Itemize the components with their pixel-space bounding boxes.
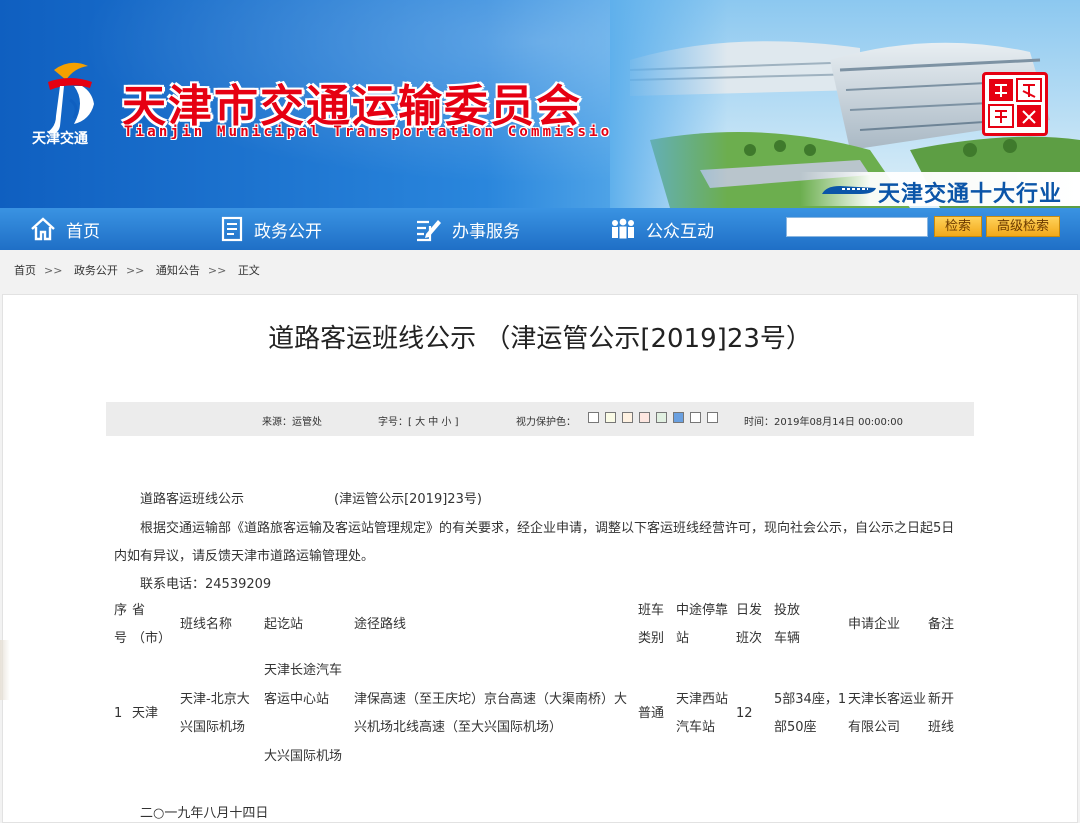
header-vehicle-2: 车辆 bbox=[774, 631, 801, 646]
breadcrumb-government-affairs[interactable]: 政务公开 bbox=[74, 264, 118, 277]
nav-services[interactable]: 办事服务 bbox=[414, 208, 520, 250]
header-type-2: 类别 bbox=[638, 631, 665, 646]
cell-company-2: 有限公司 bbox=[848, 719, 901, 735]
advanced-search-button[interactable]: 高级检索 bbox=[986, 216, 1060, 237]
nav-government-affairs-label: 政务公开 bbox=[254, 221, 322, 242]
header-route: 途径路线 bbox=[354, 617, 407, 632]
cell-no: 1 bbox=[114, 705, 123, 721]
cell-remark-2: 班线 bbox=[928, 719, 955, 735]
header-type-1: 班车 bbox=[638, 603, 665, 618]
para-title-number: (津运管公示[2019]23号) bbox=[334, 492, 482, 507]
header-no-2: 号 bbox=[114, 631, 128, 646]
cell-end-station: 大兴国际机场 bbox=[264, 749, 343, 764]
cell-line-name-2: 兴国际机场 bbox=[180, 719, 246, 735]
nav-home[interactable]: 首页 bbox=[30, 208, 100, 250]
nav-public-interaction-label: 公众互动 bbox=[646, 221, 714, 242]
header-stations: 起讫站 bbox=[264, 617, 304, 632]
cell-route-2: 兴机场北线高速（至大兴国际机场） bbox=[354, 719, 563, 735]
table-row: 1 天津 天津-北京大 兴国际机场 天津长途汽车 客运中心站 大兴国际机场 津保高… bbox=[114, 656, 962, 771]
article-time: 时间：2019年08月14日 00:00:00 bbox=[744, 417, 903, 428]
cell-route-1: 津保高速（至王庆坨）京台高速（大渠南桥）大 bbox=[354, 691, 628, 707]
cell-start-station-2: 客运中心站 bbox=[264, 692, 330, 707]
train-icon bbox=[822, 186, 876, 194]
cell-remark-1: 新开 bbox=[928, 691, 955, 707]
header-no-1: 序 bbox=[114, 603, 128, 618]
article-date: 二○一九年八月十四日 bbox=[140, 806, 269, 821]
breadcrumb-current: 正文 bbox=[237, 264, 260, 277]
header-daily-1: 日发 bbox=[736, 603, 763, 618]
eye-color-swatch[interactable] bbox=[690, 412, 701, 423]
contact-phone: 联系电话：24539209 bbox=[140, 577, 272, 592]
eye-color-swatch[interactable] bbox=[707, 412, 718, 423]
breadcrumb: 首页 >> 政务公开 >> 通知公告 >> 正文 bbox=[14, 262, 264, 278]
edit-icon bbox=[417, 220, 441, 242]
header-stop-2: 站 bbox=[676, 631, 690, 646]
header-company: 申请企业 bbox=[848, 617, 901, 632]
eye-color-swatch[interactable] bbox=[622, 412, 633, 423]
table-header-row: 序号 省 （市） 班线名称 起讫站 途径路线 班车类别 中途停靠站 日发班次 投放… bbox=[114, 594, 962, 656]
cell-stop-1: 天津西站 bbox=[676, 691, 729, 707]
nav-services-label: 办事服务 bbox=[452, 221, 520, 242]
header-prov-1: 省 bbox=[132, 603, 146, 618]
header-prov-2: （市） bbox=[132, 631, 172, 646]
nav-home-label: 首页 bbox=[66, 221, 100, 242]
cell-vehicle-1: 5部34座，1 bbox=[774, 691, 847, 707]
article-title: 道路客运班线公示 （津运管公示[2019]23号） bbox=[268, 324, 812, 354]
article-info-bar: 来源：运管处 字号：[ 大 中 小 ] 视力保护色： 时间：2019年08月14… bbox=[106, 402, 974, 436]
search-input[interactable] bbox=[786, 217, 928, 237]
eye-color-swatch[interactable] bbox=[605, 412, 616, 423]
people-icon bbox=[612, 218, 634, 239]
cell-vehicle-2: 部50座 bbox=[774, 719, 817, 735]
site-banner: 天津交通 天津市交通运输委员会 Tianjin Municipal Transp… bbox=[0, 0, 1080, 208]
eye-color-swatch[interactable] bbox=[673, 412, 684, 423]
document-icon bbox=[221, 216, 243, 242]
nav-government-affairs[interactable]: 政务公开 bbox=[220, 208, 322, 250]
breadcrumb-notices[interactable]: 通知公告 bbox=[156, 264, 200, 277]
para-title: 道路客运班线公示 bbox=[140, 492, 245, 507]
site-subtitle: Tianjin Municipal Transportation Commiss… bbox=[124, 124, 625, 140]
cell-stop-2: 汽车站 bbox=[676, 719, 716, 735]
search-button[interactable]: 检索 bbox=[934, 216, 982, 237]
logo-text: 天津交通 bbox=[32, 131, 88, 147]
breadcrumb-home[interactable]: 首页 bbox=[14, 264, 36, 277]
seal-logo[interactable] bbox=[982, 72, 1048, 136]
slogan-link[interactable]: 天津交通十大行业 bbox=[878, 176, 1062, 208]
header-remark: 备注 bbox=[928, 617, 955, 632]
home-icon bbox=[31, 217, 55, 241]
cell-company-1: 天津长客运业 bbox=[848, 691, 927, 707]
para-body-line-1: 根据交通运输部《道路旅客运输及客运站管理规定》的有关要求，经企业申请，调整以下客… bbox=[140, 521, 955, 536]
route-table: 序号 省 （市） 班线名称 起讫站 途径路线 班车类别 中途停靠站 日发班次 投放… bbox=[114, 594, 962, 771]
header-daily-2: 班次 bbox=[736, 631, 763, 646]
eye-color-swatches bbox=[588, 412, 724, 424]
header-line-name: 班线名称 bbox=[180, 617, 233, 632]
font-size-switcher[interactable]: 字号：[ 大 中 小 ] bbox=[378, 413, 459, 428]
seal-icon bbox=[988, 78, 1042, 128]
article-source: 来源：运管处 bbox=[262, 417, 322, 428]
eye-color-swatch[interactable] bbox=[639, 412, 650, 423]
header-vehicle-1: 投放 bbox=[774, 603, 801, 618]
eye-color-swatch[interactable] bbox=[588, 412, 599, 423]
nav-public-interaction[interactable]: 公众互动 bbox=[610, 208, 714, 250]
cell-start-station-1: 天津长途汽车 bbox=[264, 663, 343, 678]
eye-color-label: 视力保护色： bbox=[516, 417, 576, 428]
eye-color-swatch[interactable] bbox=[656, 412, 667, 423]
header-stop-1: 中途停靠 bbox=[676, 603, 729, 618]
breadcrumb-separator: >> bbox=[44, 264, 63, 277]
breadcrumb-separator: >> bbox=[125, 264, 145, 277]
cell-type: 普通 bbox=[638, 705, 665, 721]
cell-daily: 12 bbox=[736, 705, 753, 721]
cell-line-name-1: 天津-北京大 bbox=[180, 691, 250, 707]
cell-prov: 天津 bbox=[132, 705, 159, 721]
breadcrumb-separator: >> bbox=[207, 264, 227, 277]
para-body-line-2: 内如有异议，请反馈天津市道路运输管理处。 bbox=[114, 549, 375, 564]
